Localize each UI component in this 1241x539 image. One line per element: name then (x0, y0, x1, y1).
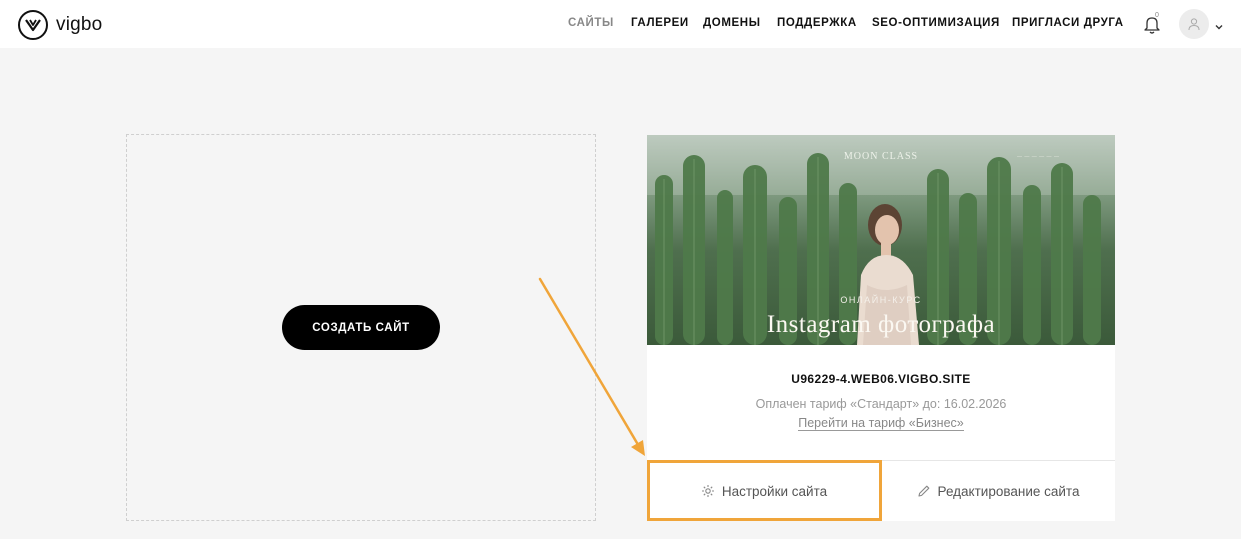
site-edit-label: Редактирование сайта (937, 483, 1080, 499)
preview-title: Instagram фотографа (766, 311, 996, 338)
gear-icon (701, 485, 714, 497)
site-card: MOON CLASS — — — — — — ОНЛАЙН-КУРС Insta… (647, 135, 1115, 521)
vigbo-logo[interactable]: vigbo (18, 10, 102, 40)
site-edit-button[interactable]: Редактирование сайта (881, 461, 1115, 521)
upgrade-tariff-link-wrap: Перейти на тариф «Бизнес» (647, 416, 1115, 431)
nav-item-galleries[interactable]: ГАЛЕРЕИ (631, 17, 689, 29)
pencil-icon (917, 485, 929, 497)
create-site-button[interactable]: СОЗДАТЬ САЙТ (282, 305, 440, 350)
logo-wordmark: vigbo (56, 14, 103, 35)
site-preview-image[interactable]: MOON CLASS — — — — — — ОНЛАЙН-КУРС Insta… (647, 135, 1115, 345)
preview-subtitle: ОНЛАЙН-КУРС (840, 295, 922, 305)
notifications-bell-icon[interactable] (1141, 13, 1163, 35)
vigbo-logo-icon (18, 10, 48, 40)
nav-item-domains[interactable]: ДОМЕНЫ (703, 17, 761, 29)
user-avatar[interactable] (1179, 9, 1209, 39)
site-domain[interactable]: U96229-4.WEB06.VIGBO.SITE (647, 372, 1115, 386)
nav-item-seo[interactable]: SEO-ОПТИМИЗАЦИЯ (872, 17, 1000, 29)
upgrade-tariff-link[interactable]: Перейти на тариф «Бизнес» (798, 416, 964, 431)
nav-item-invite-friend[interactable]: ПРИГЛАСИ ДРУГА (1012, 17, 1124, 29)
site-settings-label: Настройки сайта (721, 483, 828, 499)
chevron-down-icon[interactable] (1214, 19, 1224, 30)
preview-menu-dots: — — — — — — (1017, 154, 1060, 160)
site-settings-button[interactable]: Настройки сайта (647, 461, 881, 521)
nav-item-sites[interactable]: САЙТЫ (568, 17, 614, 29)
notifications-count: 0 (1155, 12, 1159, 19)
nav-item-support[interactable]: ПОДДЕРЖКА (777, 17, 857, 29)
top-bar: vigbo САЙТЫ ГАЛЕРЕИ ДОМЕНЫ ПОДДЕРЖКА SEO… (0, 0, 1241, 48)
tariff-status: Оплачен тариф «Стандарт» до: 16.02.2026 (755, 397, 1007, 411)
user-icon (1188, 18, 1200, 31)
